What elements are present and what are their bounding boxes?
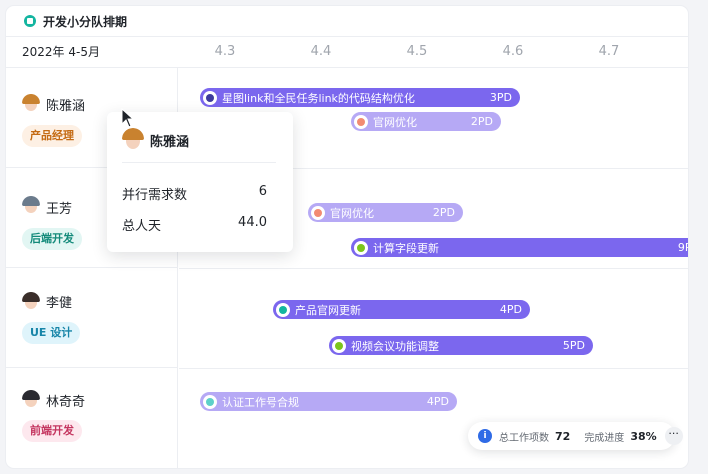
task-effort: 4PD	[426, 395, 449, 408]
member-name: 陈雅涵	[46, 99, 86, 114]
more-icon[interactable]: ···	[664, 427, 683, 445]
task-name: 视频会议功能调整	[351, 339, 439, 353]
progress-value: 38%	[630, 429, 657, 443]
date-tick: 4.6	[502, 44, 524, 59]
stat-label: 并行需求数	[122, 188, 188, 203]
stat-value: 6	[258, 184, 267, 199]
mouse-cursor-icon	[121, 108, 135, 128]
stat-value: 44.0	[238, 215, 267, 230]
task-effort: 2PD	[470, 115, 493, 128]
task-bar[interactable]: 认证工作号合规 4PD	[200, 392, 457, 411]
role-badge: 前端开发	[22, 420, 82, 442]
role-badge: 产品经理	[22, 125, 82, 147]
date-tick: 4.7	[598, 44, 620, 59]
task-bar[interactable]: 官网优化 2PD	[351, 112, 501, 131]
avatar	[22, 292, 40, 310]
role-badge: UE 设计	[22, 322, 81, 344]
tooltip-name: 陈雅涵	[150, 135, 190, 150]
task-status-icon	[276, 302, 290, 317]
period-label: 2022年 4-5月	[22, 45, 100, 59]
task-effort: 3PD	[489, 91, 512, 104]
summary-pill: i 总工作项数 72 完成进度 38% ···	[468, 422, 683, 450]
task-effort: 4PD	[499, 303, 522, 316]
info-icon[interactable]: i	[478, 429, 492, 443]
avatar	[22, 196, 40, 214]
task-name: 星图link和全民任务link的代码结构优化	[222, 91, 415, 105]
task-status-icon	[203, 90, 217, 105]
member-tooltip: 陈雅涵 并行需求数 6 总人天 44.0	[107, 112, 293, 252]
task-status-icon	[203, 394, 217, 409]
member-name: 李健	[46, 296, 73, 311]
total-items-label: 总工作项数	[499, 432, 549, 444]
task-bar[interactable]: 视频会议功能调整 5PD	[329, 336, 593, 355]
task-status-icon	[332, 338, 346, 353]
task-name: 产品官网更新	[295, 303, 361, 317]
date-tick: 4.4	[310, 44, 332, 59]
task-bar[interactable]: 产品官网更新 4PD	[273, 300, 530, 319]
avatar	[22, 94, 40, 112]
task-name: 官网优化	[373, 115, 417, 129]
date-tick: 4.5	[406, 44, 428, 59]
avatar	[122, 128, 144, 150]
task-bar[interactable]: 计算字段更新 9PD	[351, 238, 688, 257]
task-effort: 5PD	[562, 339, 585, 352]
row-divider	[179, 368, 688, 369]
task-bar[interactable]: 星图link和全民任务link的代码结构优化 3PD	[200, 88, 520, 107]
row-divider	[179, 268, 688, 269]
task-name: 官网优化	[330, 206, 374, 220]
total-items-value: 72	[555, 429, 571, 443]
member-name: 王芳	[46, 202, 73, 217]
member-row[interactable]: 李健 UE 设计	[6, 268, 177, 368]
member-name: 林奇奇	[46, 395, 86, 410]
role-badge: 后端开发	[22, 228, 82, 250]
calendar-icon	[24, 15, 36, 27]
task-bar[interactable]: 官网优化 2PD	[308, 203, 463, 222]
page-title: 开发小分队排期	[43, 14, 128, 29]
task-effort: 9PD	[677, 241, 688, 254]
task-effort: 2PD	[432, 206, 455, 219]
member-row[interactable]: 林奇奇 前端开发	[6, 368, 177, 468]
task-status-icon	[311, 205, 325, 220]
date-tick: 4.3	[214, 44, 236, 59]
task-status-icon	[354, 240, 368, 255]
stat-label: 总人天	[122, 219, 162, 234]
timeline-header: 2022年 4-5月 4.3 4.4 4.5 4.6 4.7	[6, 36, 688, 68]
task-name: 认证工作号合规	[222, 395, 299, 409]
task-status-icon	[354, 114, 368, 129]
divider	[122, 162, 276, 163]
title-bar: 开发小分队排期	[6, 6, 688, 36]
progress-label: 完成进度	[584, 432, 625, 444]
task-name: 计算字段更新	[373, 241, 439, 255]
avatar	[22, 390, 40, 408]
